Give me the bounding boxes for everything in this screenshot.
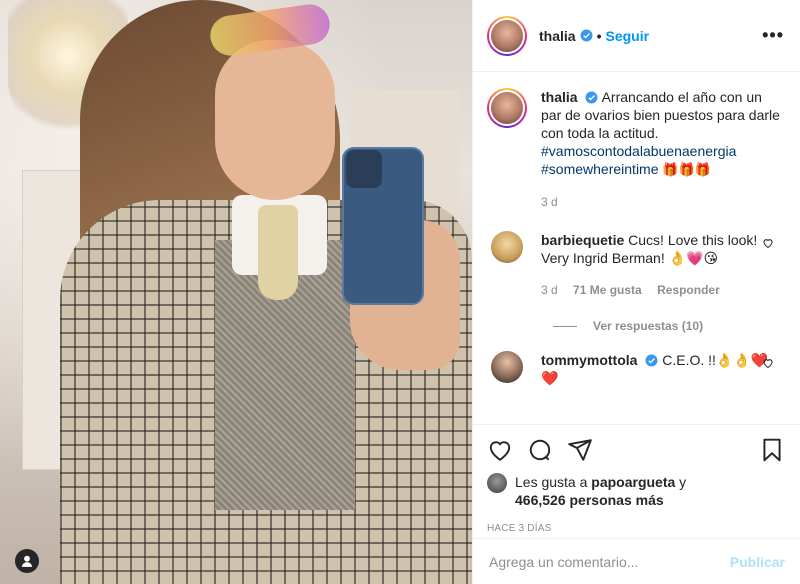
hashtag-link[interactable]: #somewhereintime <box>541 161 659 177</box>
caption-body: thalia Arrancando el año con un par de o… <box>541 88 781 211</box>
more-options-icon[interactable]: ••• <box>762 25 784 46</box>
comment-age[interactable]: 3 d <box>541 283 558 297</box>
comment-like-icon[interactable] <box>762 357 774 369</box>
likes-text: Les gusta a papoargueta y 466,526 person… <box>515 473 686 509</box>
post-actions: Les gusta a papoargueta y 466,526 person… <box>473 424 800 534</box>
follow-button[interactable]: Seguir <box>605 28 649 44</box>
tagged-user-icon[interactable] <box>15 549 39 573</box>
comment-meta: 3 d 71 Me gusta Responder <box>541 281 781 299</box>
author-username[interactable]: thalia <box>539 28 576 44</box>
caption-avatar[interactable] <box>487 88 527 128</box>
verified-badge-icon <box>580 29 593 42</box>
likes-summary: Les gusta a papoargueta y 466,526 person… <box>487 473 785 509</box>
comment-likes[interactable]: 71 Me gusta <box>573 283 642 297</box>
action-icons <box>487 435 785 465</box>
caption: thalia Arrancando el año con un par de o… <box>487 88 784 211</box>
comments-list[interactable]: thalia Arrancando el año con un par de o… <box>473 72 800 424</box>
comment-like-icon[interactable] <box>762 237 774 249</box>
separator-dot: • <box>596 27 602 44</box>
comment-item: barbiequetie Cucs! Love this look! Very … <box>487 231 784 299</box>
comment-body: tommymottola C.E.O. !!👌👌❤️❤️ <box>541 351 781 387</box>
post-panel: thalia • Seguir ••• thalia Arrancando el… <box>472 0 800 584</box>
comment-body: barbiequetie Cucs! Love this look! Very … <box>541 231 781 299</box>
post-photo[interactable] <box>0 0 472 584</box>
verified-badge-icon <box>645 354 658 367</box>
author-avatar[interactable] <box>487 15 527 56</box>
hashtag-link[interactable]: #vamoscontodalabuenaenergia <box>541 143 736 159</box>
reply-button[interactable]: Responder <box>657 283 720 297</box>
view-replies-button[interactable]: Ver respuestas (10) <box>553 319 784 333</box>
share-send-icon[interactable] <box>567 437 593 463</box>
likes-conj: y <box>675 474 687 490</box>
likes-prefix: Les gusta a <box>515 474 592 490</box>
comment-username[interactable]: tommymottola <box>541 352 637 368</box>
save-bookmark-icon[interactable] <box>759 437 785 463</box>
photo-tie <box>258 205 298 300</box>
comment-bubble-icon[interactable] <box>527 437 553 463</box>
caption-emoji: 🎁🎁🎁 <box>662 162 711 177</box>
caption-age[interactable]: 3 d <box>541 195 558 209</box>
commenter-avatar[interactable] <box>491 231 523 263</box>
commenter-avatar[interactable] <box>491 351 523 383</box>
comment-username[interactable]: barbiequetie <box>541 232 624 248</box>
photo-phone-camera <box>346 150 382 188</box>
liker-username[interactable]: papoargueta <box>591 474 675 490</box>
post-timestamp[interactable]: HACE 3 DÍAS <box>487 523 785 534</box>
add-comment-bar: Publicar <box>473 538 800 584</box>
likes-count[interactable]: 466,526 personas más <box>515 492 664 508</box>
caption-username[interactable]: thalia <box>541 89 578 105</box>
publish-button[interactable]: Publicar <box>730 554 785 570</box>
post-header: thalia • Seguir ••• <box>473 0 800 72</box>
comment-item: tommymottola C.E.O. !!👌👌❤️❤️ <box>487 351 784 387</box>
photo-face <box>215 40 335 200</box>
comment-input[interactable] <box>489 553 730 570</box>
view-replies-label: Ver respuestas (10) <box>593 319 704 333</box>
like-heart-icon[interactable] <box>487 437 513 463</box>
caption-meta: 3 d <box>541 193 781 211</box>
verified-badge-icon <box>586 91 598 104</box>
replies-divider <box>553 325 577 327</box>
liker-avatar[interactable] <box>487 473 507 493</box>
